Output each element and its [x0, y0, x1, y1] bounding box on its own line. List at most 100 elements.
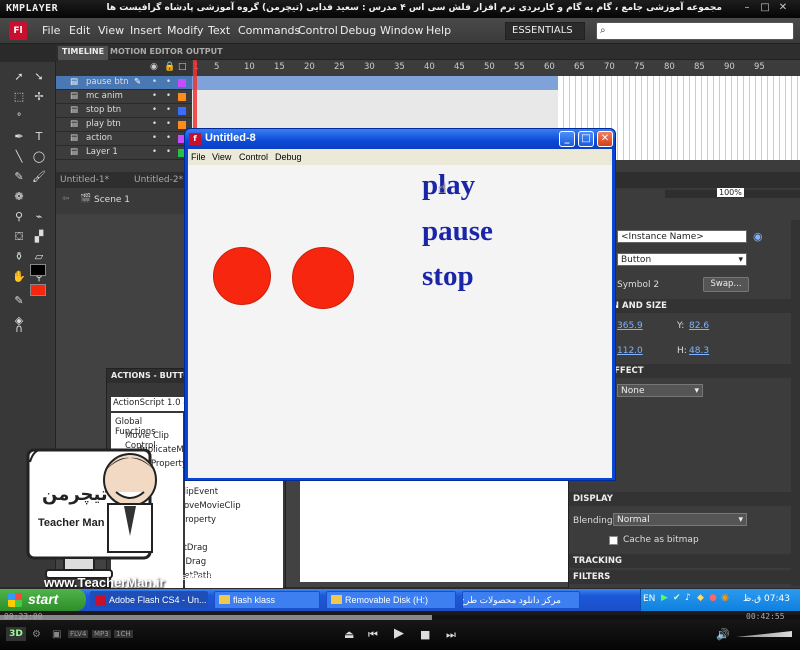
stroke-color-swatch[interactable] — [30, 264, 46, 276]
volume-icon[interactable]: 🔊 — [716, 628, 730, 641]
maximize-button[interactable]: □ — [578, 131, 594, 147]
layer-row[interactable]: ▤ action • • — [56, 132, 192, 146]
menu-file[interactable]: File — [42, 24, 60, 37]
eyedropper-icon[interactable]: ⚱ — [12, 250, 26, 264]
stop-button[interactable]: stop — [422, 260, 474, 293]
cache-bitmap-checkbox[interactable] — [609, 536, 618, 545]
as-version-select[interactable]: ActionScript 1.0 & 2.0 — [111, 397, 185, 411]
3d-rotation-icon[interactable]: ✢ — [32, 90, 46, 104]
menu-help[interactable]: Help — [426, 24, 451, 37]
fill-color-swatch[interactable] — [30, 284, 46, 296]
taskbar-item-removable-disk[interactable]: Removable Disk (H:) — [326, 591, 456, 609]
volume-slider[interactable] — [736, 631, 792, 637]
text-tool-icon[interactable]: T — [32, 130, 46, 144]
tab-motion-editor[interactable]: MOTION EDITOR — [106, 46, 187, 60]
swf-menu-debug[interactable]: Debug — [275, 152, 302, 162]
snap-magnet-icon[interactable]: ∩ — [12, 322, 26, 336]
frame-ruler[interactable]: 1 5 10 15 20 25 30 35 40 45 50 55 60 65 … — [192, 60, 800, 76]
menu-insert[interactable]: Insert — [130, 24, 162, 37]
menu-window[interactable]: Window — [380, 24, 423, 37]
tray-icon[interactable]: ✔ — [673, 593, 681, 603]
taskbar-item-flash[interactable]: Adobe Flash CS4 - Un... — [90, 591, 208, 609]
help-icon[interactable]: ◉ — [753, 230, 763, 243]
pencil-tool-icon[interactable]: ✎ — [12, 170, 26, 184]
menu-debug[interactable]: Debug — [340, 24, 376, 37]
previous-icon[interactable]: ⏮ — [368, 628, 378, 642]
menu-modify[interactable]: Modify — [167, 24, 203, 37]
doc-tab[interactable]: Untitled-2* — [134, 175, 183, 185]
taskbar-item-browser[interactable]: مرکز دانلود محصولات طرح... — [462, 591, 580, 609]
menu-control[interactable]: Control — [298, 24, 338, 37]
menu-edit[interactable]: Edit — [69, 24, 90, 37]
instance-type-select[interactable]: Button ▾ — [617, 253, 747, 266]
play-icon[interactable]: ▶ — [394, 626, 404, 641]
help-search-input[interactable]: ⌕ — [596, 22, 794, 40]
stroke-color-icon[interactable]: ✎ — [12, 294, 26, 308]
eject-icon[interactable]: ⏏ — [344, 628, 354, 641]
language-indicator[interactable]: EN — [643, 594, 655, 604]
display-section-header[interactable]: DISPLAY — [569, 492, 791, 506]
filters-section-header[interactable]: FILTERS — [569, 570, 791, 584]
tray-icon[interactable]: ▶ — [661, 593, 668, 603]
lock-icon[interactable]: 🔒 — [164, 62, 175, 72]
close-button[interactable]: ✕ — [597, 131, 613, 147]
oval-tool-icon[interactable]: ◯ — [32, 150, 46, 164]
back-arrow-icon[interactable]: ⇦ — [62, 194, 70, 204]
minimize-button[interactable]: _ — [559, 131, 575, 147]
layer-row[interactable]: ▤ mc anim • • — [56, 90, 192, 104]
bone-tool-icon[interactable]: ⚲ — [12, 210, 26, 224]
instance-name-input[interactable]: <Instance Name> — [617, 230, 747, 243]
swf-menu-file[interactable]: File — [191, 152, 206, 162]
minimize-icon[interactable]: – — [742, 3, 752, 13]
free-transform-icon[interactable]: ⬚ — [12, 90, 26, 104]
menu-view[interactable]: View — [98, 24, 124, 37]
pause-button[interactable]: pause — [422, 215, 493, 248]
start-button[interactable]: start — [0, 589, 86, 611]
y-value[interactable]: 82.6 — [689, 321, 709, 331]
tracking-section-header[interactable]: TRACKING — [569, 554, 791, 568]
properties-scrollbar[interactable] — [791, 220, 800, 586]
tab-timeline[interactable]: TIMELINE — [58, 46, 109, 60]
speaker-icon[interactable]: ♪ — [685, 593, 691, 603]
3d-icon[interactable]: 3D — [6, 627, 26, 641]
taskbar-item-folder[interactable]: flash klass — [214, 591, 320, 609]
bind-tool-icon[interactable]: ⌁ — [32, 210, 46, 224]
ink-bottle-icon[interactable]: ▞ — [32, 230, 46, 244]
swf-menu-view[interactable]: View — [212, 152, 231, 162]
maximize-icon[interactable]: □ — [760, 3, 770, 13]
play-button[interactable]: play — [422, 169, 475, 202]
doc-tab[interactable]: Untitled-1* — [60, 175, 109, 185]
layer-row[interactable]: ▤ Layer 1 • • — [56, 146, 192, 160]
settings-icon[interactable]: ⚙ — [32, 629, 41, 640]
color-style-select[interactable]: None ▾ — [617, 384, 703, 397]
deco-tool-icon[interactable]: ❁ — [12, 190, 26, 204]
line-tool-icon[interactable]: ╲ — [12, 150, 26, 164]
close-icon[interactable]: ✕ — [778, 3, 788, 13]
layer-row[interactable]: ▤ pause btn ✎ • • — [56, 76, 192, 90]
pen-tool-icon[interactable]: ✒ — [12, 130, 26, 144]
paint-bucket-icon[interactable]: ⛋ — [12, 230, 26, 244]
eraser-icon[interactable]: ▱ — [32, 250, 46, 264]
tray-icon[interactable]: ● — [709, 593, 717, 603]
swf-menu-control[interactable]: Control — [239, 152, 268, 162]
hand-tool-icon[interactable]: ✋ — [12, 270, 26, 284]
menu-commands[interactable]: Commands — [238, 24, 300, 37]
brush-tool-icon[interactable]: 🖌 — [32, 170, 46, 184]
eye-icon[interactable]: ◉ — [150, 62, 158, 72]
selection-tool-icon[interactable]: ➚ — [12, 70, 26, 84]
w-value[interactable]: 112.0 — [617, 346, 643, 356]
layer-row[interactable]: ▤ stop btn • • — [56, 104, 192, 118]
outline-icon[interactable]: □ — [178, 62, 187, 72]
workspace-selector[interactable]: ESSENTIALS — [505, 22, 585, 40]
subtitle-icon[interactable]: ▣ — [52, 629, 61, 640]
swap-button[interactable]: Swap... — [703, 277, 749, 292]
zoom-select[interactable]: 100% — [717, 188, 744, 197]
next-icon[interactable]: ⏭ — [446, 628, 456, 642]
layer-row[interactable]: ▤ play btn • • — [56, 118, 192, 132]
menu-text[interactable]: Text — [208, 24, 230, 37]
h-value[interactable]: 48.3 — [689, 346, 709, 356]
stop-icon[interactable]: ■ — [420, 628, 430, 641]
blending-select[interactable]: Normal ▾ — [613, 513, 747, 526]
tab-output[interactable]: OUTPUT — [182, 46, 227, 60]
seek-bar[interactable] — [0, 615, 800, 620]
